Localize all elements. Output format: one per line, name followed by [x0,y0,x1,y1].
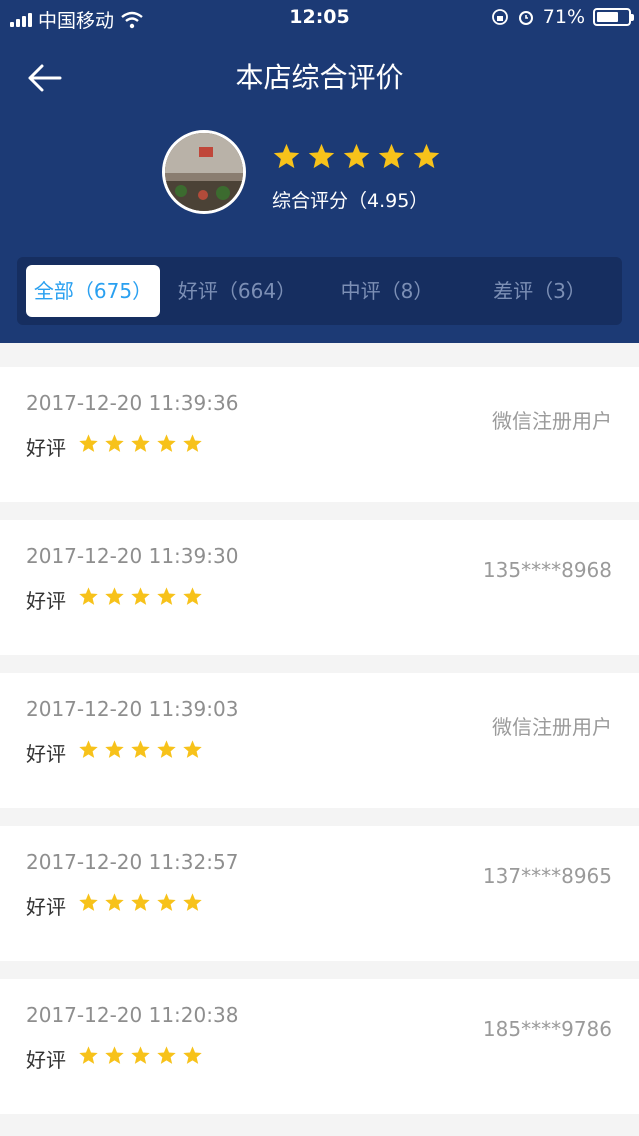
review-stars [78,1045,203,1066]
alarm-icon [518,11,533,25]
review-date: 2017-12-20 11:20:38 [26,1003,239,1027]
review-label: 好评 [26,895,66,919]
battery-icon [593,8,634,26]
star-icon [79,1046,98,1064]
star-icon [308,143,335,169]
star-icon [183,587,202,605]
review-card[interactable]: 2017-12-20 11:39:30 135****8968 好评 [0,520,639,655]
page-title: 本店综合评价 [235,61,404,94]
review-date: 2017-12-20 11:39:36 [26,391,239,415]
review-user: 185****9786 [482,1017,612,1041]
star-icon [157,434,176,452]
star-icon [131,1046,150,1064]
star-icon [131,740,150,758]
review-card[interactable]: 2017-12-20 11:20:38 185****9786 好评 [0,979,639,1114]
star-icon [105,1046,124,1064]
review-user: 137****8965 [482,864,612,888]
star-icon [183,1046,202,1064]
tab-good[interactable]: 好评（664） [167,265,307,317]
review-stars [78,892,203,913]
star-icon [131,893,150,911]
review-stars [78,586,203,607]
shop-avatar [162,130,246,214]
review-stars [78,433,203,454]
tab-all[interactable]: 全部（675） [26,265,160,317]
review-label: 好评 [26,1048,66,1072]
review-user: 微信注册用户 [492,715,612,739]
review-card[interactable]: 2017-12-20 11:39:03 微信注册用户 好评 [0,673,639,808]
review-card[interactable]: 2017-12-20 11:32:57 137****8965 好评 [0,826,639,961]
overall-score: 综合评分（4.95） [272,190,429,212]
status-bar: 中国移动 12:05 71% [0,0,639,36]
review-user: 135****8968 [482,558,612,582]
star-icon [105,740,124,758]
review-label: 好评 [26,742,66,766]
battery-percent: 71% [542,6,585,28]
star-icon [79,740,98,758]
tab-medium[interactable]: 中评（8） [322,265,452,317]
shop-rating-stars [272,142,441,171]
review-stars [78,739,203,760]
star-icon [378,143,405,169]
star-icon [131,587,150,605]
review-card[interactable]: 2017-12-20 11:39:36 微信注册用户 好评 [0,367,639,502]
review-date: 2017-12-20 11:39:03 [26,697,239,721]
review-label: 好评 [26,589,66,613]
review-tabs: 全部（675） 好评（664） 中评（8） 差评（3） [17,257,622,325]
star-icon [157,740,176,758]
star-icon [105,587,124,605]
star-icon [343,143,370,169]
star-icon [79,893,98,911]
star-icon [79,587,98,605]
star-icon [183,434,202,452]
review-date: 2017-12-20 11:39:30 [26,544,239,568]
star-icon [183,893,202,911]
star-icon [131,434,150,452]
star-icon [105,893,124,911]
star-icon [157,587,176,605]
star-icon [183,740,202,758]
tab-bad[interactable]: 差评（3） [472,265,607,317]
star-icon [413,143,440,169]
review-label: 好评 [26,436,66,460]
star-icon [79,434,98,452]
star-icon [157,893,176,911]
rotation-lock-icon [491,9,508,25]
header: 中国移动 12:05 71% 本店综合评价 综合评分（4.95） 全部（675）… [0,0,639,343]
review-date: 2017-12-20 11:32:57 [26,850,239,874]
star-icon [105,434,124,452]
star-icon [273,143,300,169]
star-icon [157,1046,176,1064]
review-user: 微信注册用户 [492,409,612,433]
